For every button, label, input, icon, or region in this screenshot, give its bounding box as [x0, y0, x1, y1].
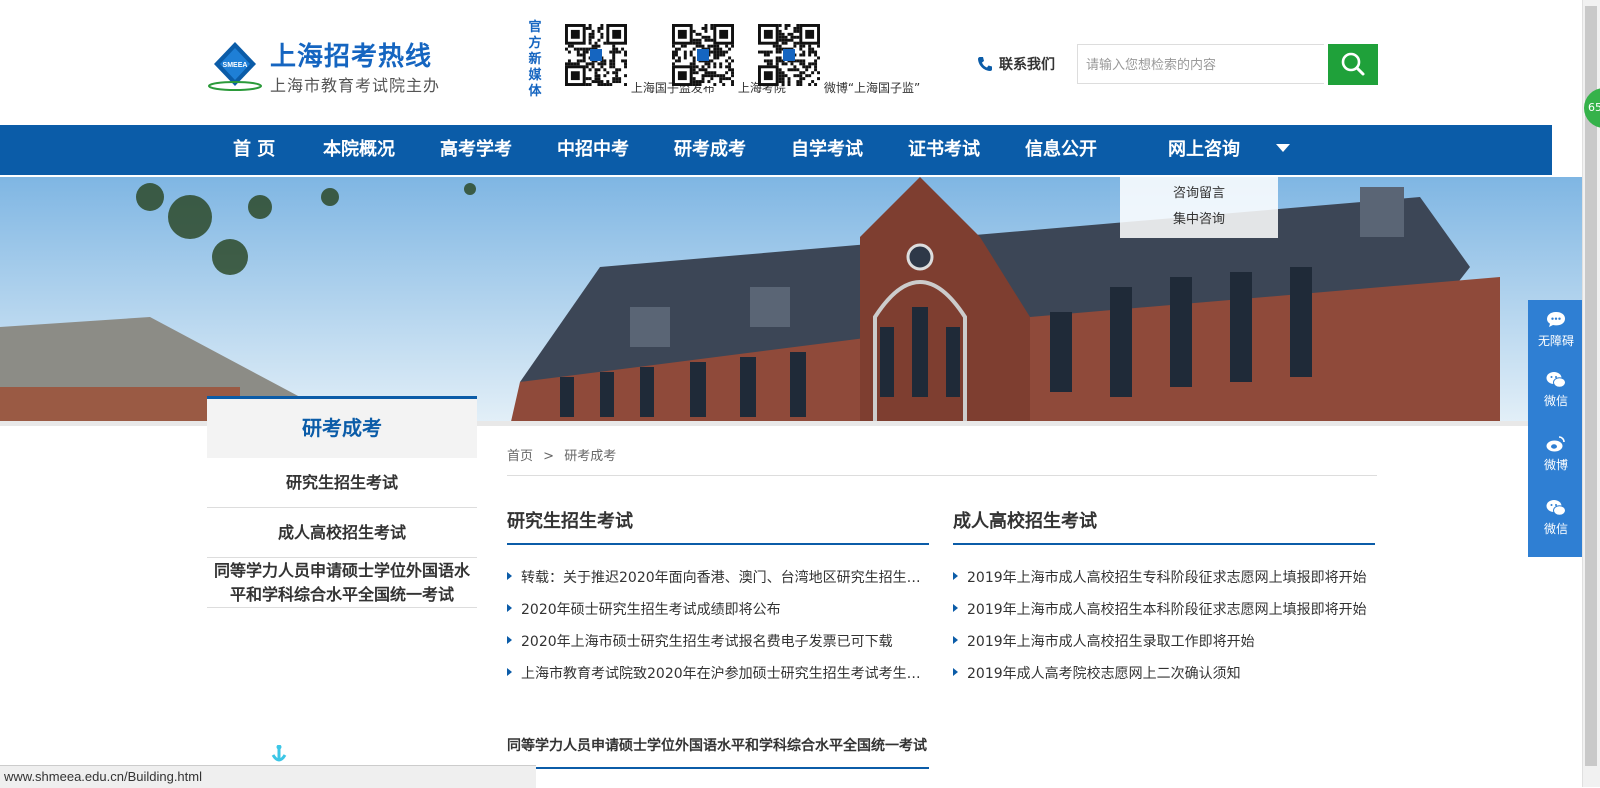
qr-code-weibo: 微博“上海国子监”: [758, 24, 920, 96]
nav-about[interactable]: 本院概况: [323, 125, 395, 175]
site-logo[interactable]: SMEEA 上海招考热线 上海市教育考试院主办: [208, 38, 448, 98]
list-item[interactable]: 2019年上海市成人高校招生专科阶段征求志愿网上填报即将开始: [953, 567, 1379, 587]
contact-label: 联系我们: [999, 57, 1055, 73]
accessibility-button[interactable]: 无障碍: [1528, 310, 1584, 349]
list-item[interactable]: 2019年上海市成人高校招生本科阶段征求志愿网上填报即将开始: [953, 599, 1379, 619]
sidebar-item-adult[interactable]: 成人高校招生考试: [207, 508, 477, 558]
decoration-icon: [271, 745, 287, 762]
main-nav: 首 页 本院概况 高考学考 中招中考 研考成考 自学考试 证书考试 信息公开 网…: [0, 125, 1552, 175]
list-item[interactable]: 转载：关于推迟2020年面向香港、澳门、台湾地区研究生招生考试的公告: [507, 567, 933, 587]
floating-share-bar: 无障碍 微信 微博 微信: [1528, 300, 1584, 557]
weibo-button[interactable]: 微博: [1528, 434, 1584, 473]
breadcrumb-home[interactable]: 首页: [507, 449, 533, 464]
qr-code-icon: [672, 24, 734, 86]
list-item[interactable]: 2020年硕士研究生招生考试成绩即将公布: [507, 599, 933, 619]
site-header: SMEEA 上海招考热线 上海市教育考试院主办 官方新媒体 上海国子监发布 上海…: [0, 0, 1552, 125]
section-title-equivalent[interactable]: 同等学力人员申请硕士学位外国语水平和学科综合水平全国统一考试: [507, 735, 929, 769]
nav-xinxi[interactable]: 信息公开: [1025, 125, 1097, 175]
sidebar-title: 研考成考: [207, 396, 477, 458]
wechat-button[interactable]: 微信: [1528, 370, 1584, 409]
search-icon: [1341, 52, 1365, 76]
logo-title: 上海招考热线: [270, 42, 433, 72]
divider: [507, 475, 1377, 476]
banner-image: [0, 177, 1582, 426]
official-media-label: 官方新媒体: [528, 20, 542, 99]
qr-code-icon: [565, 24, 627, 86]
smeea-logo-icon: SMEEA: [208, 42, 262, 91]
float-label: 微信: [1543, 522, 1568, 536]
wechat-icon: [1546, 372, 1566, 388]
list-item[interactable]: 2019年上海市成人高校招生录取工作即将开始: [953, 631, 1379, 651]
qr-label: 微博“上海国子监”: [823, 81, 921, 95]
nav-home[interactable]: 首 页: [233, 125, 275, 175]
dropdown-item-consult[interactable]: 集中咨询: [1120, 207, 1278, 233]
weibo-icon: [1546, 436, 1565, 452]
building-illustration: [0, 177, 1582, 426]
logo-subtitle: 上海市教育考试院主办: [270, 76, 441, 95]
nav-zhengshu[interactable]: 证书考试: [908, 125, 980, 175]
nav-yankao[interactable]: 研考成考: [674, 125, 746, 175]
nav-gaokao[interactable]: 高考学考: [440, 125, 512, 175]
dropdown-item-message[interactable]: 咨询留言: [1120, 181, 1278, 207]
nav-consult[interactable]: 网上咨询: [1168, 125, 1240, 175]
contact-us-link[interactable]: 联系我们: [977, 54, 1055, 74]
qr-code-icon: [758, 24, 820, 86]
chat-bubble-icon: [1547, 312, 1565, 327]
nav-zixue[interactable]: 自学考试: [791, 125, 863, 175]
breadcrumb: 首页 > 研考成考: [507, 445, 616, 464]
sidebar-item-graduate[interactable]: 研究生招生考试: [207, 458, 477, 508]
list-item[interactable]: 2020年上海市硕士研究生招生考试报名费电子发票已可下载: [507, 631, 933, 651]
logo-mark-text: SMEEA: [223, 62, 248, 69]
list-item[interactable]: 2019年成人高考院校志愿网上二次确认须知: [953, 663, 1379, 683]
section-title-adult[interactable]: 成人高校招生考试: [953, 507, 1375, 545]
nav-zhongkao[interactable]: 中招中考: [557, 125, 629, 175]
search-input[interactable]: [1077, 44, 1324, 84]
float-label: 微信: [1543, 394, 1568, 408]
phone-icon: [978, 57, 992, 71]
sidebar-item-equivalent[interactable]: 同等学力人员申请硕士学位外国语水平和学科综合水平全国统一考试: [207, 558, 477, 608]
float-label: 无障碍: [1537, 334, 1574, 348]
consult-dropdown: 咨询留言 集中咨询: [1120, 176, 1278, 238]
list-item[interactable]: 上海市教育考试院致2020年在沪参加硕士研究生招生考试考生的一封信: [507, 663, 933, 683]
browser-status-bar: www.shmeea.edu.cn/Building.html: [0, 765, 536, 788]
chevron-down-icon[interactable]: [1276, 144, 1290, 152]
breadcrumb-separator: >: [543, 449, 555, 464]
breadcrumb-current: 研考成考: [564, 449, 617, 464]
wechat-button-2[interactable]: 微信: [1528, 498, 1584, 537]
float-label: 微博: [1543, 458, 1568, 472]
section-title-graduate[interactable]: 研究生招生考试: [507, 507, 929, 545]
wechat-icon: [1546, 500, 1566, 516]
search-button[interactable]: [1328, 44, 1378, 85]
